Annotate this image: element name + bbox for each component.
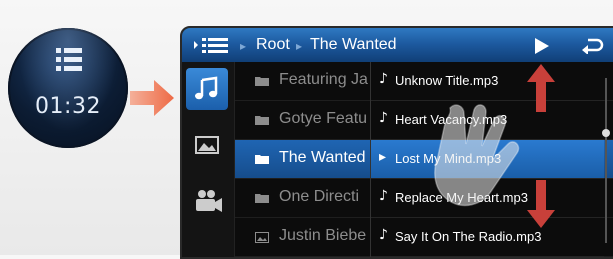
folder-icon (255, 77, 269, 86)
folder-label: The Wanted (279, 149, 366, 166)
sidebar (182, 62, 235, 257)
music-note-icon: ♪ (379, 71, 388, 87)
folder-icon (255, 116, 269, 125)
device-screen: ▸ Root ▸ The Wanted Featuring Ja Gotye F… (180, 26, 613, 259)
folder-label: Gotye Featu (279, 110, 368, 127)
header-bar: ▸ Root ▸ The Wanted (182, 28, 613, 62)
scrollbar-thumb[interactable] (602, 129, 610, 137)
folder-icon (255, 194, 269, 203)
clock-time: 01:32 (35, 94, 101, 119)
list-icon[interactable] (194, 36, 230, 54)
back-icon[interactable] (582, 36, 604, 54)
image-icon (255, 232, 269, 243)
folder-label: Featuring Ja (279, 71, 368, 88)
callout-sheen (8, 28, 128, 148)
song-label: Say It On The Radio.mp3 (395, 229, 542, 244)
image-icon (195, 136, 219, 154)
play-icon[interactable] (534, 37, 550, 55)
swipe-hand-icon (434, 104, 520, 207)
video-camera-icon (196, 190, 222, 212)
music-note-icon: ♪ (379, 188, 388, 204)
music-note-icon (195, 76, 218, 100)
list-icon (56, 48, 82, 71)
scrollbar-track[interactable] (605, 78, 607, 243)
breadcrumb-separator-icon: ▸ (240, 39, 247, 53)
zoom-callout: 01:32 (8, 28, 128, 148)
sidebar-item-photos[interactable] (186, 124, 228, 166)
folder-label: Justin Biebe (279, 227, 367, 244)
sidebar-item-videos[interactable] (186, 180, 228, 222)
play-icon: ▸ (379, 149, 387, 165)
callout-arrow-icon (130, 80, 174, 116)
folder-label: One Directi (279, 188, 360, 205)
breadcrumb-current[interactable]: The Wanted (310, 36, 397, 54)
song-item[interactable]: ♪ Unknow Title.mp3 (371, 62, 604, 101)
music-note-icon: ♪ (379, 110, 388, 126)
music-note-icon: ♪ (379, 227, 388, 243)
sidebar-item-music[interactable] (186, 68, 228, 110)
song-item[interactable]: ♪ Say It On The Radio.mp3 (371, 218, 604, 257)
breadcrumb-root[interactable]: Root (256, 36, 290, 54)
breadcrumb-separator-icon: ▸ (296, 39, 303, 53)
song-label: Unknow Title.mp3 (395, 73, 499, 88)
folder-icon (255, 155, 269, 164)
